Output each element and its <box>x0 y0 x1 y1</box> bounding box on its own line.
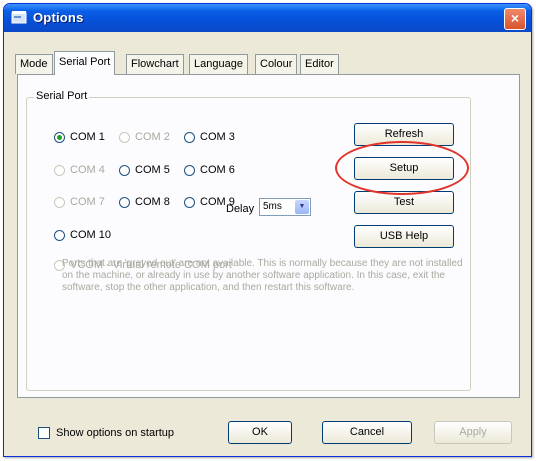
radio-label: COM 6 <box>200 164 235 176</box>
radio-com6[interactable]: COM 6 <box>184 164 235 176</box>
radio-label: COM 4 <box>70 164 105 176</box>
radio-label: COM 2 <box>135 131 170 143</box>
radio-com8[interactable]: COM 8 <box>119 196 170 208</box>
ok-button[interactable]: OK <box>228 421 292 444</box>
close-icon: × <box>510 10 520 26</box>
radio-indicator <box>184 131 195 143</box>
radio-label: COM 1 <box>70 131 105 143</box>
delay-label: Delay <box>226 203 255 215</box>
radio-com5[interactable]: COM 5 <box>119 164 170 176</box>
radio-com3[interactable]: COM 3 <box>184 131 235 143</box>
radio-indicator <box>184 196 195 208</box>
radio-com10[interactable]: COM 10 <box>54 229 111 241</box>
radio-label: COM 5 <box>135 164 170 176</box>
radio-indicator <box>54 131 65 143</box>
serial-port-panel: Serial Port COM 1 COM 2 COM 3 COM 4 COM … <box>17 74 520 398</box>
radio-label: COM 8 <box>135 196 170 208</box>
chevron-down-icon[interactable]: ▼ <box>295 200 309 214</box>
tab-serial-port[interactable]: Serial Port <box>54 51 116 75</box>
radio-indicator <box>119 131 130 143</box>
checkbox-box[interactable] <box>38 427 50 439</box>
tab-mode[interactable]: Mode <box>15 54 53 74</box>
radio-label: COM 10 <box>70 229 111 241</box>
dialog-client-area: Mode Serial Port Flowchart Language Colo… <box>7 32 528 453</box>
usb-help-button[interactable]: USB Help <box>354 225 454 248</box>
checkbox-label: Show options on startup <box>56 427 175 439</box>
radio-indicator <box>119 196 130 208</box>
tab-colour[interactable]: Colour <box>255 54 298 74</box>
radio-indicator <box>119 164 130 176</box>
cancel-button[interactable]: Cancel <box>322 421 412 444</box>
radio-label: COM 3 <box>200 131 235 143</box>
radio-com7: COM 7 <box>54 196 105 208</box>
radio-indicator <box>54 196 65 208</box>
radio-com1[interactable]: COM 1 <box>54 131 105 143</box>
radio-label: COM 7 <box>70 196 105 208</box>
port-availability-note: Ports that are 'greyed out' are not avai… <box>62 258 463 293</box>
groupbox-label: Serial Port <box>34 90 90 102</box>
radio-com2: COM 2 <box>119 131 170 143</box>
options-dialog: Options × Mode Serial Port Flowchart Lan… <box>3 3 532 457</box>
title-bar[interactable]: Options × <box>4 4 531 32</box>
delay-select[interactable]: 5ms ▼ <box>259 198 311 216</box>
show-options-on-startup-checkbox[interactable]: Show options on startup <box>38 427 174 439</box>
app-window-icon <box>11 11 27 24</box>
tab-editor[interactable]: Editor <box>300 54 339 74</box>
close-button[interactable]: × <box>504 8 526 30</box>
setup-highlight-ellipse <box>335 141 469 195</box>
tab-flowchart[interactable]: Flowchart <box>126 54 184 74</box>
delay-value: 5ms <box>263 201 282 212</box>
window-title: Options <box>33 10 84 25</box>
radio-com4: COM 4 <box>54 164 105 176</box>
radio-indicator <box>184 164 195 176</box>
radio-indicator <box>54 229 65 241</box>
apply-button: Apply <box>434 421 512 444</box>
tab-language[interactable]: Language <box>189 54 248 74</box>
radio-indicator <box>54 164 65 176</box>
